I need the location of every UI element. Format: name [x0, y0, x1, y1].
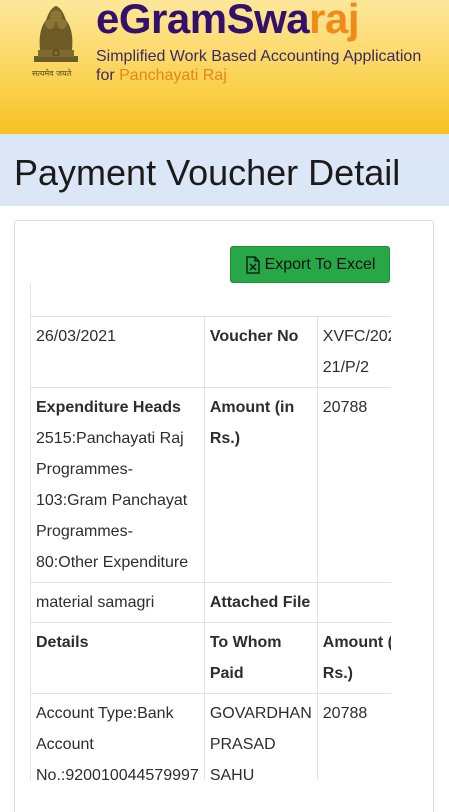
attached-file-label: Attached File	[203, 582, 318, 623]
logo-text-accent: raj	[309, 0, 359, 42]
expenditure-heads-cell: Expenditure Heads 2515:Panchayati Raj Pro…	[30, 387, 205, 583]
export-button-label: Export To Excel	[264, 255, 376, 273]
tagline-for: for	[96, 67, 120, 84]
logo-text-primary: eGramSwa	[96, 0, 310, 42]
details-header: Details	[30, 622, 205, 694]
excel-file-icon	[245, 255, 260, 274]
table-row: 26/03/2021 Voucher No XVFC/2020-21/P/2	[30, 316, 391, 388]
page-title: Payment Voucher Detail	[14, 152, 401, 193]
payment-amount: 20788	[316, 693, 391, 780]
tagline-line1: Simplified Work Based Accounting Applica…	[96, 48, 422, 65]
voucher-no-value: XVFC/2020-21/P/2	[316, 316, 391, 388]
payee-name: GOVARDHAN PRASAD SAHU	[203, 693, 318, 780]
export-to-excel-button[interactable]: Export To Excel	[230, 246, 390, 283]
table-row: material samagri Attached File	[30, 582, 391, 623]
app-header: सत्यमेव जयते eGramSwaraj Simplified Work…	[0, 0, 449, 134]
amount-value: 20788	[316, 387, 391, 583]
voucher-table-scroll[interactable]: 26/03/2021 Voucher No XVFC/2020-21/P/2 E…	[22, 284, 391, 780]
expenditure-heads-label: Expenditure Heads	[36, 399, 181, 416]
app-logo[interactable]: eGramSwaraj	[96, 0, 359, 44]
voucher-no-label: Voucher No	[203, 316, 318, 388]
account-info: Account Type:Bank Account No.:920010044579…	[30, 693, 205, 780]
page-title-bar: Payment Voucher Detail	[0, 134, 449, 206]
attached-file-value	[316, 582, 391, 623]
amount-label: Amount (in Rs.)	[203, 387, 318, 583]
narration-value: material samagri	[30, 582, 205, 623]
tagline-highlight: Panchayati Raj	[119, 67, 227, 84]
table-row: Account Type:Bank Account No.:920010044579…	[30, 693, 391, 780]
emblem-caption: सत्यमेव जयते	[32, 69, 72, 78]
table-row: Details To Whom Paid Amount (inRs.)	[30, 622, 391, 694]
table-row: Expenditure Heads 2515:Panchayati Raj Pro…	[30, 387, 391, 583]
to-whom-paid-header: To Whom Paid	[203, 622, 318, 694]
amount-header: Amount (inRs.)	[316, 622, 391, 694]
voucher-date: 26/03/2021	[30, 316, 205, 388]
app-tagline: Simplified Work Based Accounting Applica…	[96, 47, 446, 85]
expenditure-heads-value: 2515:Panchayati Raj Programmes-103:Gram …	[36, 430, 189, 571]
voucher-detail-table: 26/03/2021 Voucher No XVFC/2020-21/P/2 E…	[30, 316, 391, 780]
